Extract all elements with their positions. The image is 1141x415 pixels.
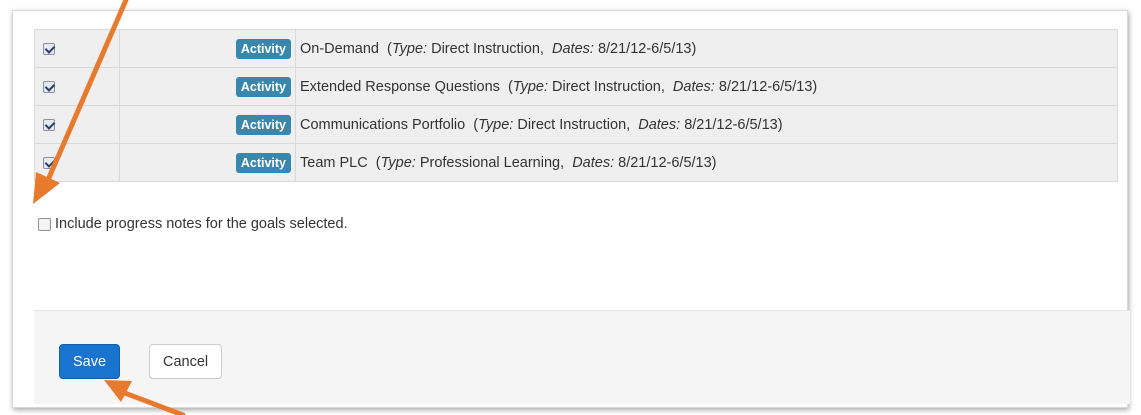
save-button[interactable]: Save [59, 344, 121, 379]
badge-cell: Activity [119, 67, 296, 106]
progress-notes-option[interactable]: Include progress notes for the goals sel… [38, 216, 348, 232]
progress-notes-label: Include progress notes for the goals sel… [55, 216, 348, 232]
type-label: Type: [380, 154, 416, 171]
row-checkbox-cell [34, 143, 120, 182]
progress-notes-checkbox[interactable] [38, 217, 51, 231]
row-checkbox-cell [34, 67, 120, 106]
activity-checkbox[interactable] [43, 80, 55, 93]
dialog-panel: Activity On-Demand (Type: Direct Instruc… [12, 10, 1130, 408]
form-footer: Save Cancel [34, 310, 1130, 404]
type-label: Type: [512, 78, 548, 95]
activity-description: On-Demand (Type: Direct Instruction, Dat… [295, 29, 1118, 68]
activity-badge: Activity [235, 76, 291, 97]
row-checkbox-cell [34, 29, 120, 68]
type-label: Type: [478, 116, 514, 133]
table-row: Activity Communications Portfolio (Type:… [34, 105, 1118, 144]
type-value: Professional Learning, [419, 154, 565, 171]
dates-label: Dates: [572, 154, 615, 171]
activity-description: Communications Portfolio (Type: Direct I… [295, 105, 1118, 144]
type-value: Direct Instruction, [517, 116, 631, 133]
activity-title: On-Demand [300, 40, 379, 57]
activity-table: Activity On-Demand (Type: Direct Instruc… [34, 29, 1118, 182]
type-label: Type: [391, 40, 428, 57]
activity-badge: Activity [235, 114, 291, 135]
type-value: Direct Instruction, [431, 40, 544, 57]
table-row: Activity Extended Response Questions (Ty… [34, 67, 1118, 106]
activity-title: Communications Portfolio [300, 116, 466, 133]
badge-cell: Activity [119, 29, 296, 68]
dates-value: 8/21/12-6/5/13) [718, 78, 818, 95]
activity-title: Team PLC [300, 154, 368, 171]
activity-checkbox[interactable] [43, 156, 55, 169]
activity-checkbox[interactable] [43, 118, 55, 131]
table-row: Activity Team PLC (Type: Professional Le… [34, 143, 1118, 182]
row-checkbox-cell [34, 105, 120, 144]
dates-value: 8/21/12-6/5/13) [597, 40, 697, 57]
badge-cell: Activity [119, 143, 296, 182]
badge-cell: Activity [119, 105, 296, 144]
table-row: Activity On-Demand (Type: Direct Instruc… [34, 29, 1118, 68]
cancel-button[interactable]: Cancel [149, 344, 223, 379]
activity-checkbox[interactable] [43, 42, 55, 55]
activity-badge: Activity [235, 152, 291, 173]
dates-label: Dates: [638, 116, 681, 133]
activity-description: Team PLC (Type: Professional Learning, D… [295, 143, 1118, 182]
dates-value: 8/21/12-6/5/13) [684, 116, 783, 133]
activity-badge: Activity [235, 38, 291, 59]
dates-value: 8/21/12-6/5/13) [618, 154, 717, 171]
activity-description: Extended Response Questions (Type: Direc… [295, 67, 1118, 106]
dates-label: Dates: [672, 78, 715, 95]
type-value: Direct Instruction, [552, 78, 665, 95]
activity-title: Extended Response Questions [300, 78, 500, 95]
dates-label: Dates: [552, 40, 594, 57]
